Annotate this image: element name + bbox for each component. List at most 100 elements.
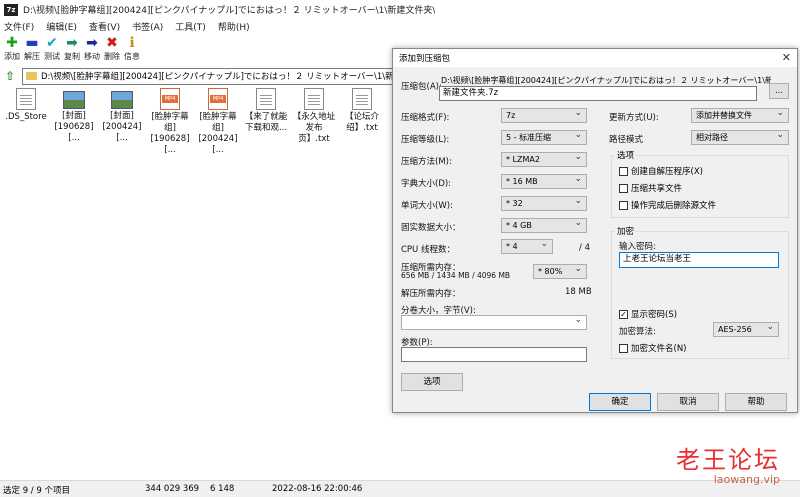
format-select[interactable]: 7z (501, 108, 587, 123)
archive-name-input[interactable]: 新建文件夹.7z (439, 86, 757, 101)
address-path: D:\视频\[脸肿字幕组][200424][ピンクパイナップル]でにおはっ！２ … (41, 72, 395, 82)
info-button[interactable]: ℹ 信息 (122, 35, 142, 65)
mp4-video-icon (160, 88, 180, 110)
format-label: 压缩格式(F): (401, 113, 450, 123)
solid-size-select[interactable]: * 4 GB (501, 218, 587, 233)
move-button-label: 移动 (84, 52, 100, 61)
menu-file[interactable]: 文件(F) (4, 20, 34, 33)
path-mode-label: 路径模式 (609, 135, 644, 145)
file-name: [脸肿字幕组] [190628][... (150, 112, 190, 155)
word-size-label: 单词大小(W): (401, 201, 453, 211)
file-name: [封面] [190628][... (54, 111, 94, 143)
delete-after-checkbox-box (619, 200, 628, 210)
menu-tools[interactable]: 工具(T) (175, 20, 206, 33)
file-item[interactable]: 【论坛介 绍】.txt (338, 88, 386, 134)
password-input[interactable]: 上老王论坛当老王 (619, 252, 779, 268)
up-folder-icon[interactable]: ⇧ (2, 69, 18, 83)
method-select[interactable]: * LZMA2 (501, 152, 587, 167)
document-icon (16, 88, 36, 110)
image-icon (63, 91, 85, 109)
decompress-memory-value: 18 MB (565, 287, 592, 297)
file-item[interactable]: [脸肿字幕组] [190628][... (146, 88, 194, 156)
encrypt-names-checkbox-label: 加密文件名(N) (631, 344, 687, 354)
memory-usage-select[interactable]: * 80% (533, 264, 587, 279)
delete-after-checkbox[interactable]: 操作完成后删除源文件 (619, 199, 716, 211)
shared-files-checkbox-label: 压缩共享文件 (631, 184, 683, 194)
file-item[interactable]: 【来了就能 下载和观... (242, 88, 290, 134)
show-password-checkbox-box: ✓ (619, 309, 628, 319)
copy-button-label: 复制 (64, 52, 80, 61)
level-select[interactable]: 5 - 标准压缩 (501, 130, 587, 145)
decompress-memory-label: 解压所需内存： (401, 289, 461, 299)
file-item[interactable]: [封面] [200424][... (98, 88, 146, 144)
options-button[interactable]: 选项 (401, 373, 463, 391)
show-password-checkbox-label: 显示密码(S) (631, 310, 678, 320)
delete-x-icon: ✖ (106, 35, 118, 51)
file-name: .DS_Store (5, 112, 47, 122)
extract-button-label: 解压 (24, 52, 40, 61)
shared-files-checkbox[interactable]: 压缩共享文件 (619, 182, 682, 194)
menu-edit[interactable]: 编辑(E) (46, 20, 77, 33)
show-password-checkbox[interactable]: ✓ 显示密码(S) (619, 308, 677, 320)
cpu-threads-select[interactable]: * 4 (501, 239, 553, 254)
path-mode-select[interactable]: 相对路径 (691, 130, 789, 145)
dictionary-label: 字典大小(D): (401, 179, 452, 189)
document-icon (304, 88, 324, 110)
encrypt-names-checkbox-box (619, 343, 628, 353)
file-item[interactable]: [封面] [190628][... (50, 88, 98, 144)
window-title: D:\视频\[脸肿字幕组][200424][ピンクパイナップル]でにおはっ！２ … (23, 6, 436, 16)
add-button[interactable]: ✚ 添加 (2, 35, 22, 65)
toolbar: ✚ 添加 ▬ 解压 ✔ 测试 ➡ 复制 ➡ 移动 ✖ 删除 ℹ 信息 (0, 35, 142, 65)
word-size-select[interactable]: * 32 (501, 196, 587, 211)
menu-help[interactable]: 帮助(H) (218, 20, 250, 33)
extract-button[interactable]: ▬ 解压 (22, 35, 42, 65)
cpu-threads-label: CPU 线程数： (401, 245, 455, 255)
file-name: 【永久地址 发布页】.txt (292, 112, 336, 144)
file-item[interactable]: .DS_Store (2, 88, 50, 123)
folder-icon (26, 72, 37, 80)
parameters-input[interactable] (401, 347, 587, 362)
memory-detail: 656 MB / 1434 MB / 4096 MB (401, 271, 511, 280)
status-modified: 2022-08-16 22:00:46 (272, 484, 363, 494)
menu-bar: 文件(F) 编辑(E) 查看(V) 书签(A) 工具(T) 帮助(H) (0, 19, 800, 34)
window-titlebar: 7z D:\视频\[脸肿字幕组][200424][ピンクパイナップル]でにおはっ… (0, 0, 800, 19)
file-item[interactable]: [脸肿字幕组] [200424][... (194, 88, 242, 156)
file-name: [脸肿字幕组] [200424][... (198, 112, 238, 155)
sfx-checkbox-label: 创建自解压程序(X) (631, 167, 703, 177)
file-item[interactable]: 【永久地址 发布页】.txt (290, 88, 338, 145)
menu-view[interactable]: 查看(V) (89, 20, 120, 33)
info-button-label: 信息 (124, 52, 140, 61)
dialog-titlebar: 添加到压缩包 ✕ (393, 49, 797, 67)
sfx-checkbox[interactable]: 创建自解压程序(X) (619, 165, 703, 177)
encrypt-names-checkbox[interactable]: 加密文件名(N) (619, 342, 687, 354)
test-button[interactable]: ✔ 测试 (42, 35, 62, 65)
cpu-threads-total: / 4 (579, 243, 590, 253)
status-selection: 选定 9 / 9 个项目 (3, 486, 70, 496)
dictionary-select[interactable]: * 16 MB (501, 174, 587, 189)
help-button[interactable]: 帮助 (725, 393, 787, 411)
watermark-main: 老王论坛 (676, 446, 780, 474)
copy-button[interactable]: ➡ 复制 (62, 35, 82, 65)
mp4-video-icon (208, 88, 228, 110)
delete-button-label: 删除 (104, 52, 120, 61)
browse-button[interactable]: ... (769, 83, 789, 99)
move-button[interactable]: ➡ 移动 (82, 35, 102, 65)
copy-arrow-icon: ➡ (66, 35, 78, 51)
add-to-archive-dialog: 添加到压缩包 ✕ 压缩包(A): D:\视频\[脸肿字幕组][200424][ピ… (392, 48, 798, 413)
level-label: 压缩等级(L): (401, 135, 450, 145)
update-mode-select[interactable]: 添加并替换文件 (691, 108, 789, 123)
ok-button[interactable]: 确定 (589, 393, 651, 411)
update-mode-label: 更新方式(U): (609, 113, 659, 123)
close-icon[interactable]: ✕ (782, 51, 791, 64)
menu-bookmarks[interactable]: 书签(A) (132, 20, 163, 33)
encryption-method-select[interactable]: AES-256 (713, 322, 779, 337)
document-icon (256, 88, 276, 110)
delete-button[interactable]: ✖ 删除 (102, 35, 122, 65)
file-name: 【论坛介 绍】.txt (344, 112, 379, 133)
split-volume-select[interactable] (401, 315, 587, 330)
status-packed: 6 148 (210, 484, 235, 494)
cancel-button[interactable]: 取消 (657, 393, 719, 411)
archive-dir: D:\视频\[脸肿字幕组][200424][ピンクパイナップル]でにおはっ！２ … (441, 76, 771, 85)
address-field[interactable]: D:\视频\[脸肿字幕组][200424][ピンクパイナップル]でにおはっ！２ … (22, 67, 395, 85)
archive-label: 压缩包(A): (401, 82, 442, 92)
